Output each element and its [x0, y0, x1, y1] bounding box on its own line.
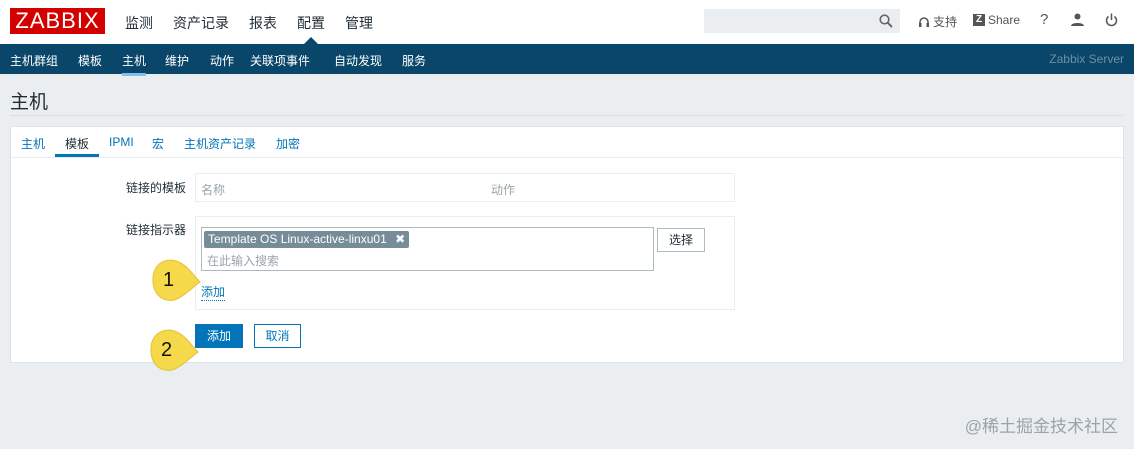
user-icon: [1071, 13, 1084, 26]
logout-button[interactable]: [1105, 13, 1118, 30]
subnav-templates[interactable]: 模板: [78, 52, 102, 69]
subnav-host-groups[interactable]: 主机群组: [10, 52, 58, 69]
form-tabs: 主机 模板 IPMI 宏 主机资产记录 加密: [11, 127, 1123, 158]
callout-2-number: 2: [161, 339, 173, 361]
nav-administration[interactable]: 管理: [345, 13, 373, 33]
column-name: 名称: [201, 183, 226, 197]
search-icon[interactable]: [879, 14, 893, 28]
subnav-maintenance[interactable]: 维护: [165, 52, 189, 69]
subnav-discovery[interactable]: 自动发现: [334, 52, 382, 69]
active-nav-caret: [304, 37, 318, 44]
link-new-templates-label: 链接指示器: [125, 223, 186, 237]
search-input[interactable]: [704, 9, 900, 33]
active-tab-indicator: [55, 154, 99, 157]
zabbix-share-icon: Z: [973, 14, 985, 26]
callout-2-marker: [150, 329, 199, 371]
page-title: 主机: [10, 92, 49, 113]
callout-1-marker: [152, 259, 201, 301]
linked-templates-label: 链接的模板: [125, 181, 186, 195]
remove-tag-icon[interactable]: ✖: [395, 232, 405, 246]
headset-icon: [919, 16, 929, 27]
subnav-correlation[interactable]: 关联项事件: [250, 52, 310, 69]
tab-host[interactable]: 主机: [21, 135, 45, 152]
user-profile-button[interactable]: [1071, 13, 1084, 29]
nav-inventory[interactable]: 资产记录: [173, 13, 229, 33]
sub-nav: 主机群组 模板 主机 维护 动作 关联项事件 自动发现 服务 Zabbix Se…: [0, 44, 1134, 76]
linked-templates-table: 名称 动作: [195, 173, 735, 202]
tab-templates[interactable]: 模板: [65, 135, 89, 152]
tab-macros[interactable]: 宏: [152, 135, 164, 152]
nav-configuration[interactable]: 配置: [297, 13, 325, 33]
zabbix-logo[interactable]: ZABBIX: [10, 8, 105, 34]
subnav-hosts[interactable]: 主机: [122, 52, 147, 76]
column-action: 动作: [491, 183, 516, 197]
subnav-services[interactable]: 服务: [402, 52, 426, 69]
subnav-actions[interactable]: 动作: [210, 52, 234, 69]
tab-encryption[interactable]: 加密: [276, 135, 300, 152]
tab-ipmi[interactable]: IPMI: [109, 135, 134, 149]
nav-reports[interactable]: 报表: [249, 13, 277, 33]
help-button[interactable]: ?: [1040, 11, 1048, 28]
multiselect-search-input[interactable]: 在此输入搜索: [207, 252, 279, 269]
share-link[interactable]: Z Share: [973, 13, 1020, 27]
callout-1-number: 1: [163, 269, 175, 291]
cancel-button[interactable]: 取消: [254, 324, 301, 348]
power-icon: [1105, 13, 1118, 27]
watermark: @稀土掘金技术社区: [964, 417, 1118, 436]
selected-template-tag: Template OS Linux-active-linxu01 ✖: [204, 231, 410, 248]
select-button[interactable]: 选择: [657, 228, 705, 252]
top-header: ZABBIX 监测 资产记录 报表 配置 管理 支持 Z Share ?: [0, 0, 1134, 44]
tab-inventory[interactable]: 主机资产记录: [184, 135, 256, 152]
support-link[interactable]: 支持: [918, 13, 957, 30]
server-name: Zabbix Server: [1049, 52, 1124, 66]
nav-monitoring[interactable]: 监测: [125, 13, 153, 33]
divider: [10, 115, 1123, 116]
